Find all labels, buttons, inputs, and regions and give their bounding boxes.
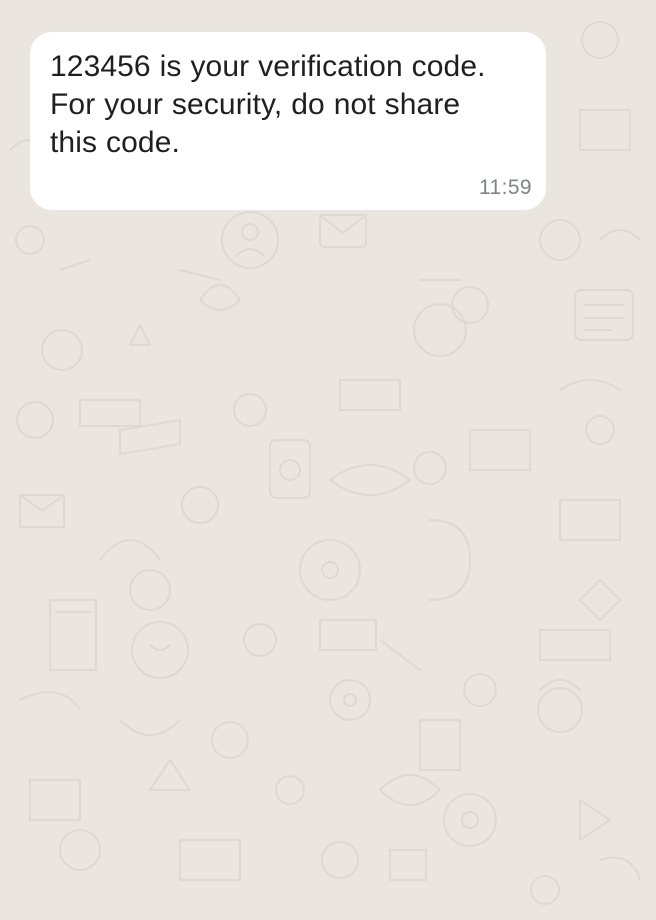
chat-area: 123456 is your verification code. For you… xyxy=(0,0,656,920)
message-line: 123456 is your verification code. xyxy=(50,50,486,83)
message-text: 123456 is your verification code. For you… xyxy=(50,48,532,162)
message-line: this code. xyxy=(50,126,180,159)
message-timestamp: 11:59 xyxy=(479,176,532,199)
incoming-message-bubble[interactable]: 123456 is your verification code. For you… xyxy=(30,32,546,210)
message-line: For your security, do not share xyxy=(50,88,461,121)
